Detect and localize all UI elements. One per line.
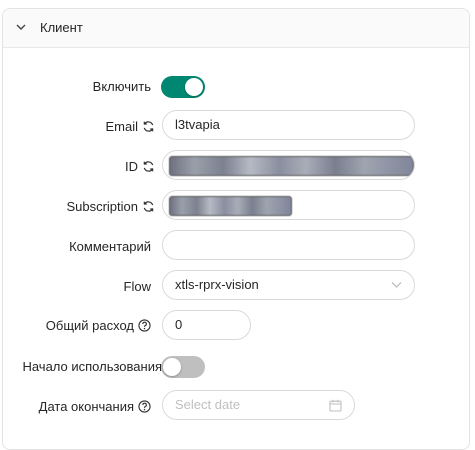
subscription-label: Subscription [66,199,155,214]
flow-label: Flow [123,279,151,294]
sync-icon[interactable] [142,120,155,133]
expiry-date-picker[interactable]: Select date [162,390,355,420]
expiry-date-label-text: Дата окончания [38,399,134,414]
enable-toggle[interactable] [161,76,205,98]
enable-label: Включить [92,79,151,94]
sync-icon[interactable] [142,200,155,213]
comment-input[interactable] [162,230,415,260]
subscription-label-text: Subscription [66,199,138,214]
total-usage-label-text: Общий расход [45,318,134,333]
email-label-text: Email [105,119,138,134]
question-circle-icon[interactable] [138,400,151,413]
panel-title: Клиент [40,20,83,35]
redacted-id [169,156,414,176]
toggle-knob [163,358,181,376]
comment-label: Комментарий [69,239,151,254]
email-input[interactable]: l3tvapia [162,110,415,140]
redacted-subscription [169,196,292,216]
id-label: ID [125,159,155,174]
panel-header[interactable]: Клиент [3,9,469,48]
chevron-down-icon[interactable] [15,21,27,33]
start-on-use-toggle[interactable] [161,356,205,378]
total-usage-input[interactable]: 0 [162,310,251,340]
client-panel: Клиент [2,8,470,450]
expiry-date-label: Дата окончания [39,399,151,414]
total-usage-label: Общий расход [46,318,151,333]
question-circle-icon[interactable] [138,319,151,332]
toggle-knob [185,78,203,96]
chevron-down-icon [391,282,402,288]
flow-selected-value: xtls-rprx-vision [175,277,259,292]
subscription-input[interactable] [162,190,415,220]
expiry-date-placeholder: Select date [175,397,241,412]
id-label-text: ID [125,159,138,174]
calendar-icon [329,399,342,412]
id-input[interactable] [162,150,415,180]
flow-select[interactable]: xtls-rprx-vision [162,270,415,300]
sync-icon[interactable] [142,160,155,173]
email-label: Email [105,119,155,134]
start-on-use-label: Начало использования [22,359,162,374]
